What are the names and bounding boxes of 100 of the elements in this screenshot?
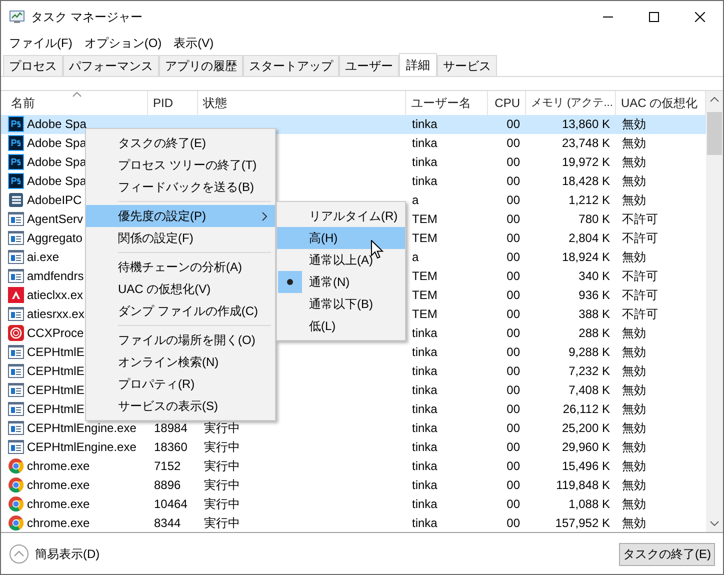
table-cell-text: 不許可 <box>622 268 658 286</box>
table-cell-text: TEM <box>412 287 438 304</box>
table-cell-text: CEPHtmlE <box>27 382 84 400</box>
table-cell-text: 無効 <box>622 496 646 514</box>
table-cell-text: tinka <box>412 515 438 532</box>
table-cell-text: CEPHtmlEngine.exe <box>27 420 136 438</box>
table-cell-text: 無効 <box>622 439 646 456</box>
table-cell-text: tinka <box>412 344 438 362</box>
table-cell-text: chrome.exe <box>27 477 90 494</box>
table-cell-text: 780 K <box>578 211 610 228</box>
table-cell-text: 00 <box>506 477 520 494</box>
table-cell-text: 無効 <box>622 135 646 152</box>
table-cell-text: 00 <box>506 363 520 380</box>
table-cell-text: 19,972 K <box>562 154 610 172</box>
table-cell-text: 無効 <box>622 154 646 172</box>
table-cell-text: 00 <box>506 192 520 210</box>
table-cell-text: tinka <box>412 173 438 190</box>
table-cell-text: tinka <box>412 154 438 172</box>
table-cell-text: 8896 <box>154 477 181 494</box>
table-cell-text: 18,924 K <box>562 249 610 266</box>
table-cell-text: 実行中 <box>204 439 240 456</box>
table-cell-text: 7,232 K <box>568 363 610 380</box>
table-cell-text: 26,112 K <box>562 401 610 418</box>
table-cell-text: tinka <box>412 382 438 400</box>
table-cell-text: AgentServ <box>27 211 84 228</box>
table-cell-text: 18360 <box>154 439 188 456</box>
table-cell-text: 00 <box>506 496 520 514</box>
table-cell-text: atiesrxx.ex <box>27 306 84 324</box>
table-cell-text: 2,804 K <box>568 230 610 248</box>
table-cell-text: 不許可 <box>622 211 658 228</box>
table-cell-text: AdobeIPC <box>27 192 82 210</box>
table-cell-text: 7152 <box>154 458 181 476</box>
table-cell-text: 00 <box>506 116 520 134</box>
table-cell-text: 936 K <box>578 287 610 304</box>
table-cell-text: 実行中 <box>204 458 240 476</box>
table-cell-text: a <box>412 192 419 210</box>
table-cell-text: CEPHtmlEngine.exe <box>27 439 136 456</box>
table-cell-text: 288 K <box>578 325 610 342</box>
table-cell-text: 無効 <box>622 325 646 342</box>
table-cell-text: 00 <box>506 420 520 438</box>
table-cell-text: 18984 <box>154 420 188 438</box>
table-cell-text: TEM <box>412 306 438 324</box>
table-cell-text: 9,288 K <box>568 344 610 362</box>
table-cell-text: amdfendrs <box>27 268 84 286</box>
table-cell-text: CCXProce <box>27 325 84 342</box>
table-cell-text: CEPHtmlE <box>27 401 84 418</box>
table-cell-text: TEM <box>412 211 438 228</box>
table-cell-text: 実行中 <box>204 420 240 438</box>
table-cell-text: 00 <box>506 249 520 266</box>
table-cell-text: 00 <box>506 135 520 152</box>
table-cell-text: 00 <box>506 515 520 532</box>
table-cell-text: 00 <box>506 154 520 172</box>
table-cell-text: 無効 <box>622 344 646 362</box>
table-cell-text: 00 <box>506 211 520 228</box>
window-title: タスク マネージャー <box>31 9 142 26</box>
table-cell-text: 無効 <box>622 249 646 266</box>
table-cell-text: tinka <box>412 135 438 152</box>
table-cell-text: 不許可 <box>622 230 658 248</box>
table-cell-text: CEPHtmlE <box>27 344 84 362</box>
table-cell-text: 00 <box>506 325 520 342</box>
table-cell-text: CEPHtmlE <box>27 363 84 380</box>
table-cell-text: 無効 <box>622 515 646 532</box>
table-cell-text: 00 <box>506 230 520 248</box>
table-cell-text: 00 <box>506 401 520 418</box>
table-cell-text: atieclxx.ex <box>27 287 84 304</box>
table-cell-text: 無効 <box>622 116 646 134</box>
table-cell-text: tinka <box>412 325 438 342</box>
table-cell-text: 1,088 K <box>568 496 610 514</box>
table-cell-text: 無効 <box>622 401 646 418</box>
table-cell-text: chrome.exe <box>27 496 90 514</box>
table-cell-text: 18,428 K <box>562 173 610 190</box>
table-cell-text: 不許可 <box>622 306 658 324</box>
table-cell-text: 無効 <box>622 173 646 190</box>
table-cell-text: 15,496 K <box>562 458 610 476</box>
table-cell-text: 340 K <box>578 268 610 286</box>
table-cell-text: 23,748 K <box>562 135 610 152</box>
table-cell-text: 8344 <box>154 515 181 532</box>
table-cell-text: TEM <box>412 230 438 248</box>
table-cell-text: 無効 <box>622 420 646 438</box>
table-cell-text: 00 <box>506 439 520 456</box>
table-cell-text: 119,848 K <box>556 477 610 494</box>
table-cell-text: 実行中 <box>204 477 240 494</box>
table-cell-text: 無効 <box>622 363 646 380</box>
table-cell-text: 7,408 K <box>568 382 610 400</box>
table-cell-text: 無効 <box>622 458 646 476</box>
table-cell-text: 25,200 K <box>562 420 610 438</box>
table-cell-text: a <box>412 249 419 266</box>
table-cell-text: 不許可 <box>622 287 658 304</box>
table-cell-text: ai.exe <box>27 249 60 266</box>
table-cell-text: tinka <box>412 496 438 514</box>
table-cell-text: 29,960 K <box>562 439 610 456</box>
table-cell-text: 157,952 K <box>555 515 610 532</box>
table-cell-text: 00 <box>506 382 520 400</box>
table-cell-text: tinka <box>412 420 438 438</box>
table-cell-text: 実行中 <box>204 496 240 514</box>
table-cell-text: 00 <box>506 458 520 476</box>
table-cell-text: 00 <box>506 306 520 324</box>
table-cell-text: TEM <box>412 268 438 286</box>
table-cell-text: tinka <box>412 363 438 380</box>
table-cell-text: 無効 <box>622 382 646 400</box>
